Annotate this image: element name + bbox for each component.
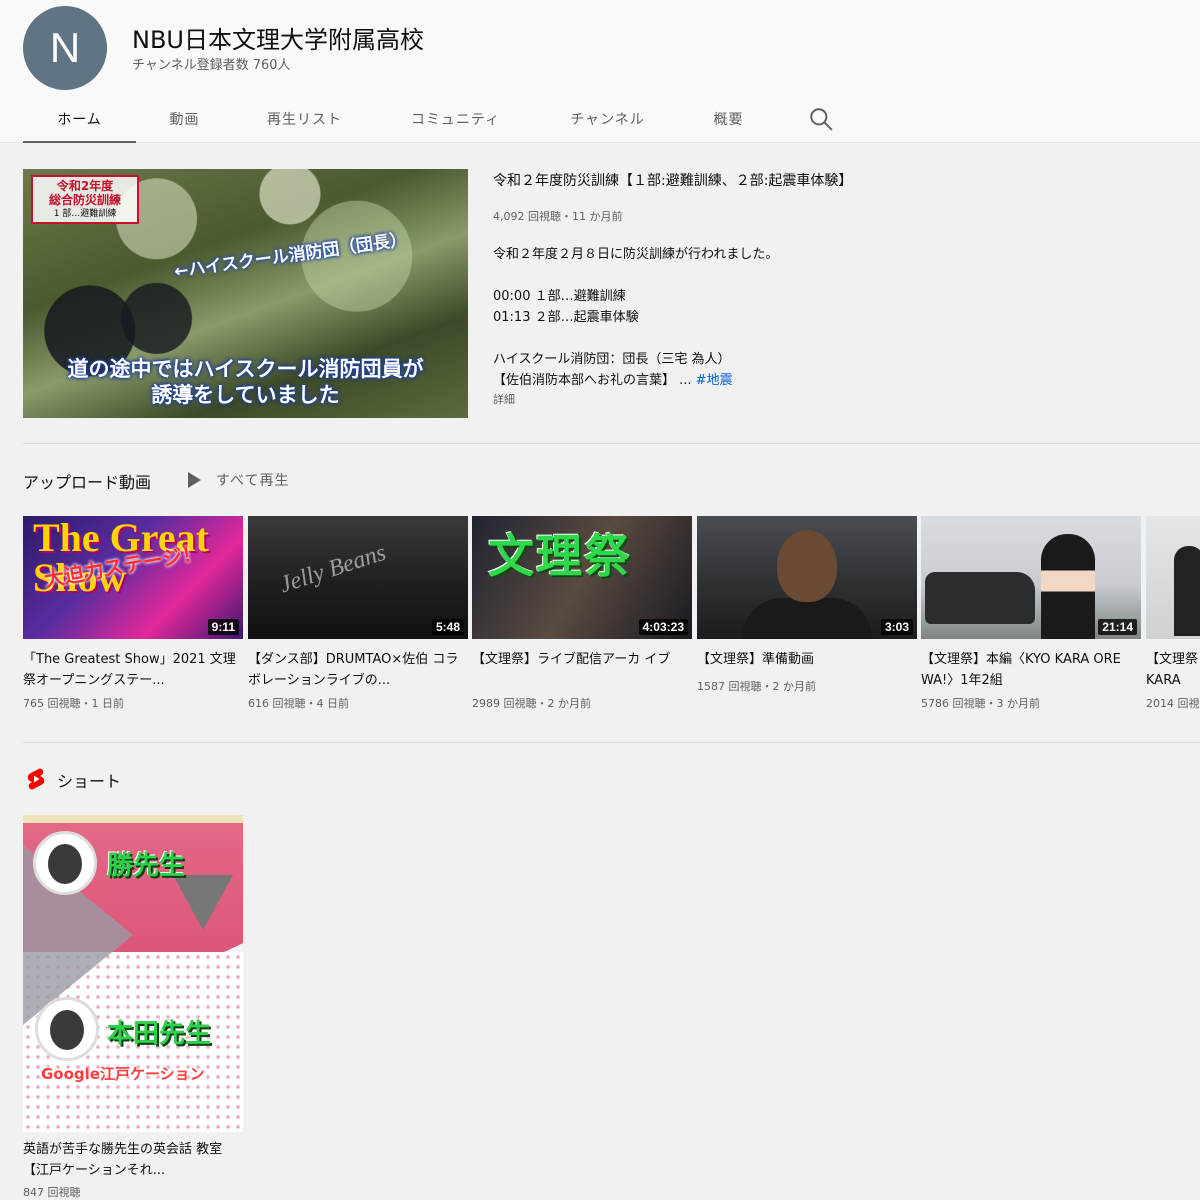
channel-header: N NBU日本文理大学附属高校 チャンネル登録者数 760人 ホーム 動画 再生… [0,0,1200,143]
section-divider [23,443,1200,444]
subscriber-count: チャンネル登録者数 760人 [132,58,291,73]
video-title[interactable]: 「The Greatest Show」2021 文理祭オープニングステー... [23,649,243,691]
video-card[interactable]: 文理祭 4:03:23 【文理祭】ライブ配信アーカ イブ 2989 回視聴・2 … [472,516,692,711]
tab-videos[interactable]: 動画 [136,95,233,143]
video-card[interactable]: Jelly Beans 5:48 【ダンス部】DRUMTAO×佐伯 コラボレーシ… [248,516,468,711]
teacher-photo [33,831,97,895]
channel-avatar[interactable]: N [23,6,107,90]
video-thumbnail[interactable] [1146,516,1200,639]
thumbnail-text: 勝先生 [107,851,186,881]
featured-desc-line: 【佐伯消防本部へお礼の言葉】 ... #地震 [493,369,1093,388]
video-meta: 2989 回視聴・2 か月前 [472,697,591,710]
play-all-label: すべて再生 [216,473,290,489]
featured-desc-text: 【佐伯消防本部へお礼の言葉】 ... [493,373,696,388]
video-card[interactable]: The Great Show 大迫力ステージ！ 9:11 「The Greate… [23,516,243,711]
featured-desc-line: 00:00 １部…避難訓練 [493,289,626,304]
video-thumbnail[interactable]: 文理祭 4:03:23 [472,516,692,639]
featured-desc-line: 令和２年度２月８日に防災訓練が行われました。 [493,247,779,262]
tab-home[interactable]: ホーム [23,95,136,143]
video-meta: 765 回視聴・1 日前 [23,697,124,710]
short-meta: 847 回視聴 [23,1186,81,1199]
teacher-photo [35,997,99,1061]
thumbnail-image [925,572,1035,624]
thumbnail-caption: 道の途中ではハイスクール消防団員が 誘導をしていました [67,357,424,407]
tab-community[interactable]: コミュニティ [376,95,535,143]
video-title[interactable]: 【文理祭】本編〈KYO KARA ORE WA!〉1年2組 [921,649,1141,691]
thumbnail-image [742,598,872,639]
video-title[interactable]: 【ダンス部】DRUMTAO×佐伯 コラボレーションライブの... [248,649,468,691]
video-thumbnail[interactable]: 3:03 [697,516,917,639]
shorts-section-title[interactable]: ショート [57,768,121,792]
video-card[interactable]: 3:03 【文理祭】準備動画 1587 回視聴・2 か月前 [697,516,917,694]
video-card[interactable]: 21:14 【文理祭】本編〈KYO KARA ORE WA!〉1年2組 5786… [921,516,1141,711]
video-meta: 5786 回視聴・3 か月前 [921,697,1040,710]
thumbnail-image [23,815,243,823]
channel-name: NBU日本文理大学附属高校 [132,26,424,54]
short-title[interactable]: 英語が苦手な勝先生の英会話 教室【江戸ケーションそれ... [23,1139,243,1181]
thumbnail-image [1041,534,1095,639]
tab-channels[interactable]: チャンネル [535,95,680,143]
thumbnail-badge: 令和2年度 総合防災訓練 1 部…避難訓練 [31,175,139,224]
video-thumbnail[interactable]: 21:14 [921,516,1141,639]
thumbnail-badge-subtitle: 1 部…避難訓練 [53,209,117,219]
tab-playlists[interactable]: 再生リスト [233,95,376,143]
video-meta: 616 回視聴・4 日前 [248,697,349,710]
tab-about[interactable]: 概要 [680,95,777,143]
featured-desc-line: ハイスクール消防団：団長（三宅 為人） [493,352,731,367]
play-icon [188,472,201,488]
duration-badge: 21:14 [1098,619,1137,635]
hashtag-link[interactable]: #地震 [696,373,733,388]
thumbnail-badge-title: 令和2年度 総合防災訓練 [48,179,121,207]
thumbnail-text: Google江戸ケーション [41,1065,205,1083]
video-title[interactable]: 【文理祭】ライブ配信アーカ イブ [472,649,692,691]
thumbnail-text: 本田先生 [107,1019,212,1049]
featured-video-thumbnail[interactable]: 令和2年度 総合防災訓練 1 部…避難訓練 ←ハイスクール消防団（団長） 道の途… [23,169,468,418]
channel-tabs: ホーム 動画 再生リスト コミュニティ チャンネル 概要 [23,95,777,143]
thumbnail-text: Jelly Beans [276,539,390,599]
play-all-button[interactable]: すべて再生 [186,470,289,490]
search-icon[interactable] [808,106,834,132]
duration-badge: 5:48 [431,619,464,635]
thumbnail-image [173,875,233,930]
video-meta: 1587 回視聴・2 か月前 [697,680,816,693]
video-title[interactable]: 【文理祭】準備動画 [697,649,917,670]
video-card[interactable]: 【文理祭 KARA OR 2014 回視 [1146,516,1200,711]
video-meta: 2014 回視 [1146,697,1200,710]
video-title[interactable]: 【文理祭 KARA OR [1146,649,1200,691]
short-thumbnail[interactable]: 勝先生 本田先生 Google江戸ケーション [23,815,243,1132]
duration-badge: 4:03:23 [638,619,688,635]
duration-badge: 3:03 [880,619,913,635]
thumbnail-image [777,530,837,602]
video-thumbnail[interactable]: Jelly Beans 5:48 [248,516,468,639]
uploads-section-title[interactable]: アップロード動画 [23,469,151,493]
video-thumbnail[interactable]: The Great Show 大迫力ステージ！ 9:11 [23,516,243,639]
section-divider [23,742,1200,743]
featured-video-title[interactable]: 令和２年度防災訓練【１部:避難訓練、２部:起震車体験】 [493,170,852,190]
featured-video-meta: 4,092 回視聴・11 か月前 [493,210,623,223]
thumbnail-text: 文理祭 [488,529,632,583]
read-more-link[interactable]: 詳細 [493,391,515,407]
featured-desc-line: 01:13 ２部…起震車体験 [493,310,639,325]
thumbnail-image [1174,546,1200,636]
duration-badge: 9:11 [207,619,239,635]
shorts-icon [27,768,45,790]
